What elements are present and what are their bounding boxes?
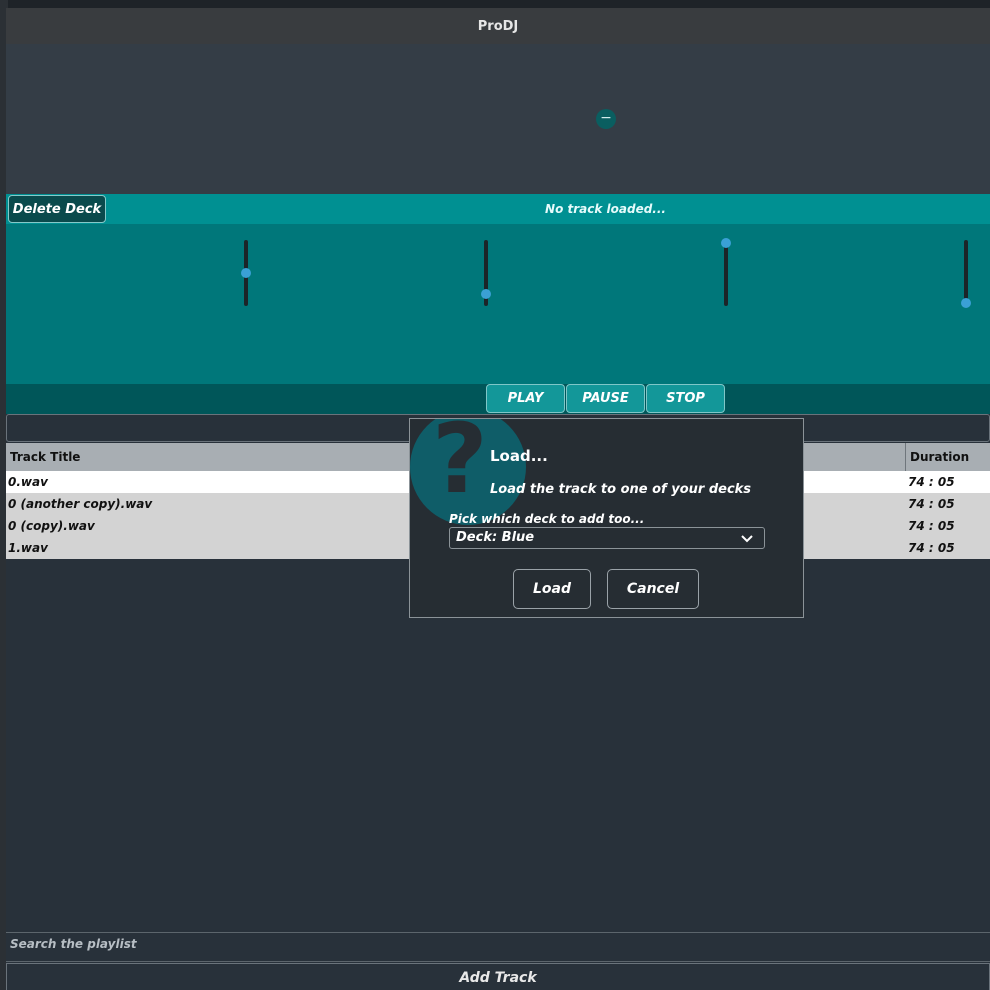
slider-knob[interactable] bbox=[241, 268, 251, 278]
selected-deck: Deck: Blue bbox=[456, 530, 535, 545]
play-button[interactable]: PLAY bbox=[486, 384, 565, 413]
search-placeholder: Search the playlist bbox=[10, 937, 137, 951]
delete-deck-button[interactable]: Delete Deck bbox=[8, 195, 106, 223]
transport-bar: PLAY PAUSE STOP bbox=[6, 384, 990, 414]
stop-button[interactable]: STOP bbox=[646, 384, 725, 413]
window-title: ProDJ bbox=[477, 18, 519, 34]
track-title: 0.wav bbox=[8, 475, 48, 489]
column-duration[interactable]: Duration bbox=[905, 443, 990, 471]
slider-knob[interactable] bbox=[721, 238, 731, 248]
dialog-message: Load the track to one of your decks bbox=[490, 482, 752, 497]
track-duration: 74 : 05 bbox=[908, 497, 955, 511]
load-dialog: ? Load... Load the track to one of your … bbox=[409, 418, 804, 618]
deck-slider-1[interactable] bbox=[240, 240, 252, 310]
deck-slider-3[interactable] bbox=[720, 238, 732, 310]
playlist-search-input[interactable]: Search the playlist bbox=[6, 932, 990, 962]
pause-button[interactable]: PAUSE bbox=[566, 384, 645, 413]
deck-pick-label: Pick which deck to add too... bbox=[449, 512, 645, 526]
track-title: 0 (another copy).wav bbox=[8, 497, 153, 511]
track-duration: 74 : 05 bbox=[908, 541, 955, 555]
deck-slider-2[interactable] bbox=[480, 240, 492, 310]
deck-status: No track loaded... bbox=[545, 202, 666, 216]
window-titlebar: ProDJ bbox=[6, 8, 990, 44]
deck-body bbox=[6, 224, 990, 384]
question-icon: ? bbox=[410, 418, 526, 525]
dialog-title: Load... bbox=[490, 447, 548, 465]
cancel-button[interactable]: Cancel bbox=[607, 569, 699, 609]
track-title: 0 (copy).wav bbox=[8, 519, 95, 533]
track-duration: 74 : 05 bbox=[908, 519, 955, 533]
chevron-down-icon bbox=[741, 535, 753, 543]
track-duration: 74 : 05 bbox=[908, 475, 955, 489]
deck-header: No track loaded... Delete Deck bbox=[6, 194, 990, 224]
track-title: 1.wav bbox=[8, 541, 48, 555]
load-button[interactable]: Load bbox=[513, 569, 591, 609]
slider-track bbox=[724, 240, 728, 306]
deck-area: − bbox=[6, 44, 990, 194]
question-glyph: ? bbox=[432, 418, 488, 515]
add-track-button[interactable]: Add Track bbox=[6, 963, 990, 990]
slider-knob[interactable] bbox=[481, 289, 491, 299]
column-track-title[interactable]: Track Title bbox=[10, 450, 80, 464]
minus-icon[interactable]: − bbox=[596, 109, 616, 129]
slider-knob[interactable] bbox=[961, 298, 971, 308]
deck-slider-4[interactable] bbox=[960, 240, 972, 310]
slider-track bbox=[964, 240, 968, 306]
deck-select[interactable]: Deck: Blue bbox=[449, 527, 765, 549]
